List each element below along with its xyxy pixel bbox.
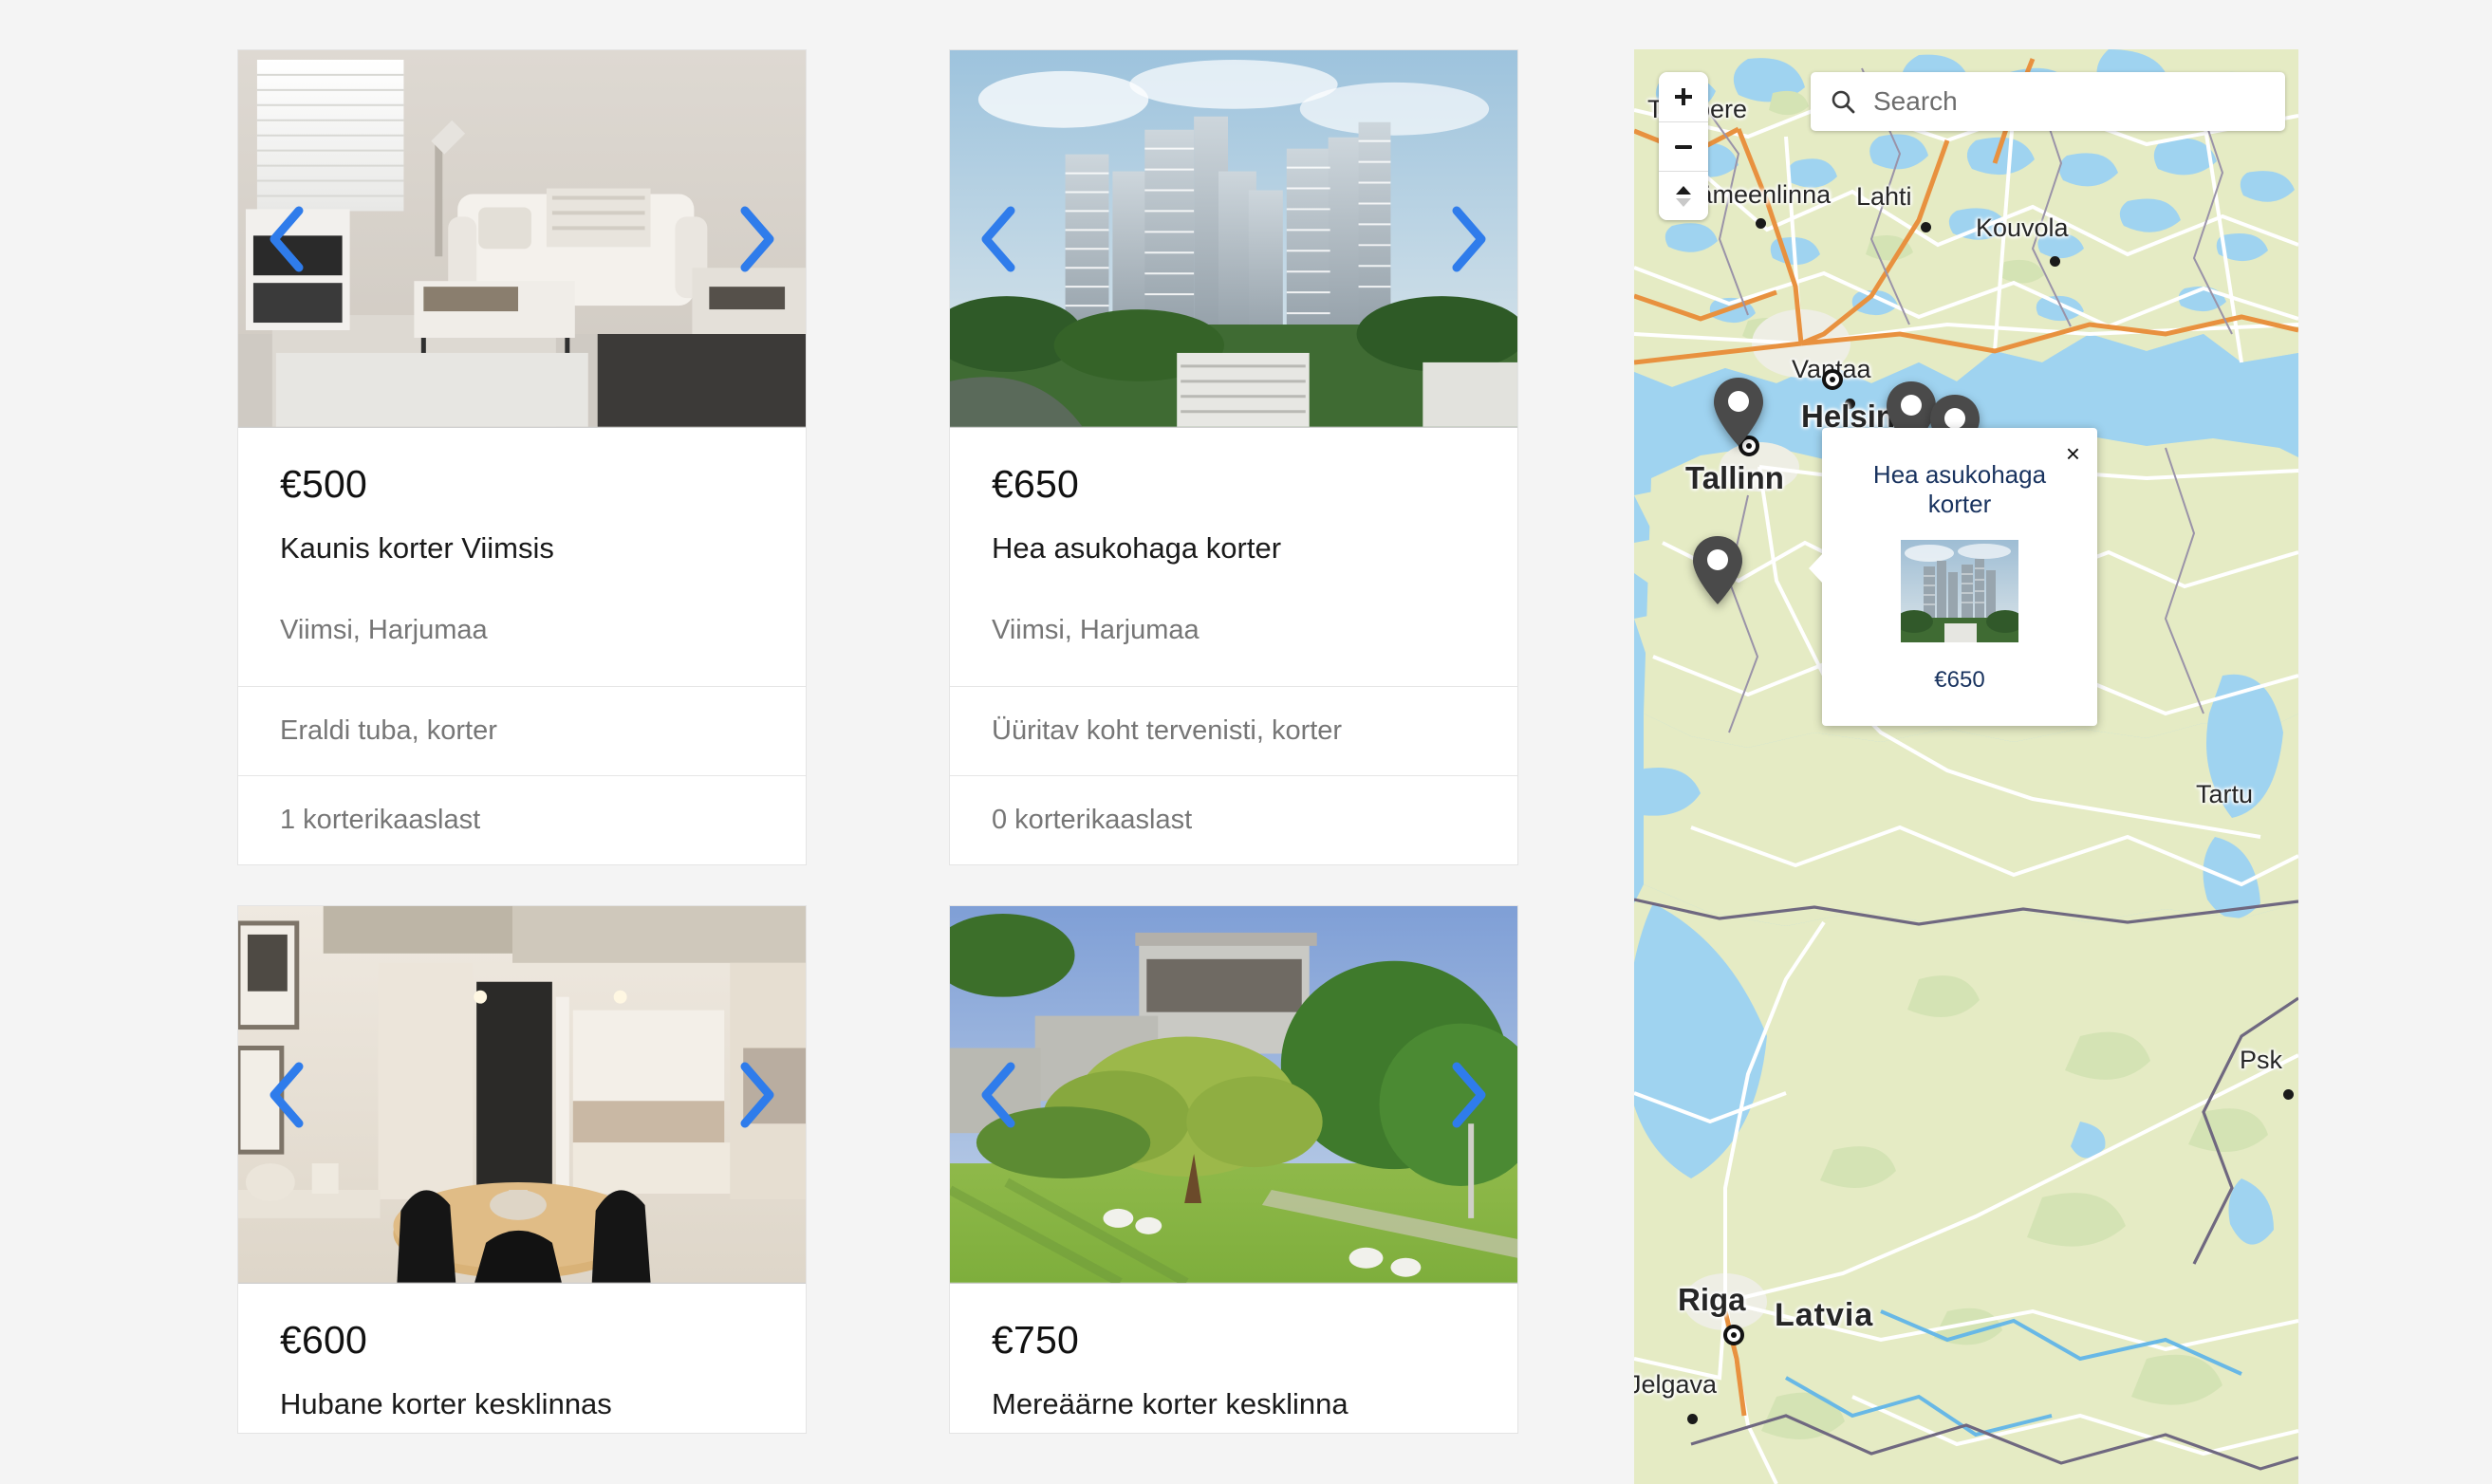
plus-icon bbox=[1675, 88, 1692, 105]
listing-flatmates: 0 korterikaaslast bbox=[950, 775, 1517, 864]
map-search-box[interactable] bbox=[1811, 72, 2285, 131]
listing-card[interactable]: €650 Hea asukohaga korter Viimsi, Harjum… bbox=[949, 49, 1518, 865]
listing-price: €650 bbox=[992, 462, 1080, 506]
carousel-prev-button[interactable] bbox=[976, 1059, 1020, 1131]
listing-photo bbox=[238, 906, 806, 1283]
listing-room-type: Eraldi tuba, korter bbox=[238, 686, 806, 775]
close-icon[interactable]: × bbox=[2062, 437, 2084, 470]
listing-title: Hea asukohaga korter bbox=[992, 531, 1282, 565]
map-dot-vantaa bbox=[1845, 399, 1855, 409]
listing-photo bbox=[950, 906, 1517, 1283]
popup-listing-price: €650 bbox=[1934, 667, 1985, 693]
listing-summary: €500 Kaunis korter Viimsis Viimsi, Harju… bbox=[238, 428, 806, 686]
map-controls[interactable] bbox=[1659, 72, 1708, 220]
listing-carousel[interactable] bbox=[950, 906, 1517, 1284]
map-dot-jelgava bbox=[1687, 1414, 1698, 1424]
listing-price: €500 bbox=[280, 462, 368, 506]
compass-tilt-icon bbox=[1676, 185, 1691, 207]
listing-price: €600 bbox=[280, 1318, 368, 1362]
listing-marker-4[interactable] bbox=[1691, 534, 1744, 606]
popup-listing-thumbnail bbox=[1901, 540, 2018, 642]
map-dot-hameenlinna bbox=[1756, 218, 1766, 229]
listing-carousel[interactable] bbox=[950, 50, 1517, 428]
listing-price: €750 bbox=[992, 1318, 1080, 1362]
listing-summary: €750 Mereäärne korter kesklinna bbox=[950, 1284, 1517, 1433]
map-listing-popup[interactable]: × Hea asukohaga korter €650 bbox=[1809, 428, 2097, 726]
zoom-in-button[interactable] bbox=[1659, 72, 1708, 121]
listing-card[interactable]: €500 Kaunis korter Viimsis Viimsi, Harju… bbox=[237, 49, 807, 865]
search-icon bbox=[1832, 90, 1855, 114]
listing-card[interactable]: €600 Hubane korter kesklinnas bbox=[237, 905, 807, 1434]
carousel-next-button[interactable] bbox=[1447, 203, 1491, 275]
rental-listings-map-page: €500 Kaunis korter Viimsis Viimsi, Harju… bbox=[0, 0, 2492, 1484]
map-dot-pskov bbox=[2283, 1089, 2294, 1100]
listing-summary: €650 Hea asukohaga korter Viimsi, Harjum… bbox=[950, 428, 1517, 686]
map-search-input[interactable] bbox=[1873, 86, 2266, 117]
listing-card[interactable]: €750 Mereäärne korter kesklinna bbox=[949, 905, 1518, 1434]
popup-thumb-photo bbox=[1901, 540, 2018, 642]
minus-icon bbox=[1675, 144, 1692, 149]
listing-locality: Viimsi, Harjumaa bbox=[280, 615, 488, 645]
listing-title: Kaunis korter Viimsis bbox=[280, 531, 554, 565]
carousel-next-button[interactable] bbox=[735, 1059, 779, 1131]
listing-photo bbox=[950, 50, 1517, 427]
listing-title: Mereäärne korter kesklinna bbox=[992, 1387, 1348, 1420]
listing-marker-1[interactable] bbox=[1712, 376, 1765, 448]
listing-flatmates: 1 korterikaaslast bbox=[238, 775, 806, 864]
compass-tilt-button[interactable] bbox=[1659, 171, 1708, 220]
map-panel[interactable]: Tampere Hämeenlinna Lahti Kouvola Vantaa… bbox=[1634, 49, 2298, 1484]
popup-listing-title: Hea asukohaga korter bbox=[1872, 460, 2047, 518]
listings-grid: €500 Kaunis korter Viimsis Viimsi, Harju… bbox=[0, 0, 1634, 1484]
listing-summary: €600 Hubane korter kesklinnas bbox=[238, 1284, 806, 1433]
map-dot-lahti bbox=[1921, 222, 1931, 232]
carousel-next-button[interactable] bbox=[735, 203, 779, 275]
listing-photo bbox=[238, 50, 806, 427]
carousel-next-button[interactable] bbox=[1447, 1059, 1491, 1131]
listing-locality: Viimsi, Harjumaa bbox=[992, 615, 1200, 645]
map-dot-helsinki bbox=[1822, 369, 1843, 390]
listing-carousel[interactable] bbox=[238, 50, 806, 428]
map-dot-kouvola bbox=[2050, 256, 2060, 267]
zoom-out-button[interactable] bbox=[1659, 121, 1708, 171]
listing-title: Hubane korter kesklinnas bbox=[280, 1387, 612, 1420]
map-tiles bbox=[1634, 49, 2298, 1484]
map-dot-riga bbox=[1723, 1325, 1744, 1345]
carousel-prev-button[interactable] bbox=[976, 203, 1020, 275]
listing-carousel[interactable] bbox=[238, 906, 806, 1284]
carousel-prev-button[interactable] bbox=[265, 1059, 308, 1131]
carousel-prev-button[interactable] bbox=[265, 203, 308, 275]
listing-room-type: Üüritav koht tervenisti, korter bbox=[950, 686, 1517, 775]
